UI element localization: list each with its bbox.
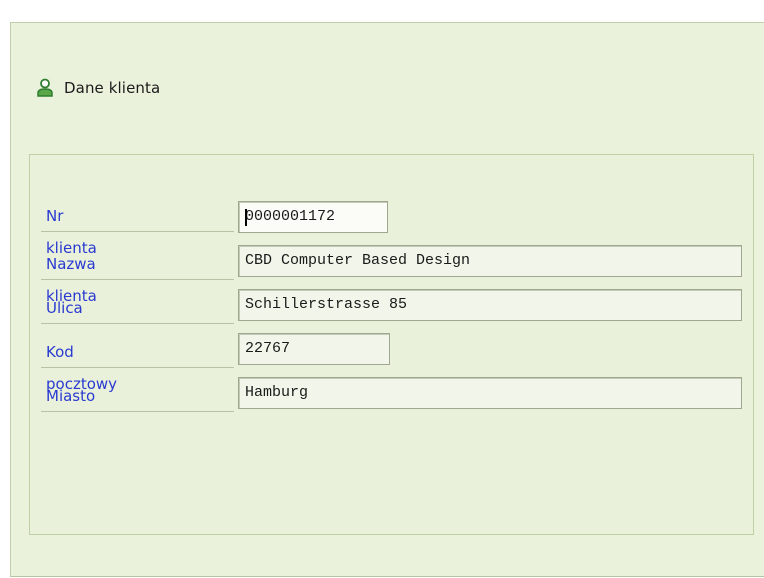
street-field[interactable]: Schillerstrasse 85: [238, 289, 742, 321]
row-divider: [41, 411, 234, 412]
customer-name-field[interactable]: CBD Computer Based Design: [238, 245, 742, 277]
focus-corner: [239, 202, 242, 205]
customer-name-label: Nazwa klienta: [46, 255, 97, 305]
city-field[interactable]: Hamburg: [238, 377, 742, 409]
text-cursor: [245, 209, 247, 226]
section-title: Dane klienta: [64, 79, 161, 97]
section-header: Dane klienta: [36, 76, 160, 100]
customer-number-label: Nr klienta: [46, 207, 97, 257]
row-divider: [41, 367, 234, 368]
row-divider: [41, 231, 234, 232]
street-value: Schillerstrasse 85: [245, 296, 408, 313]
row-divider: [41, 323, 234, 324]
focus-corner: [384, 202, 387, 205]
customer-data-group: [29, 154, 754, 535]
postal-code-label: Kod pocztowy: [46, 343, 118, 393]
focus-corner: [239, 229, 242, 232]
city-label: Miasto: [46, 387, 96, 405]
customer-name-value: CBD Computer Based Design: [245, 252, 471, 269]
postal-code-value: 22767: [245, 340, 291, 357]
focus-corner: [384, 229, 387, 232]
customer-number-field[interactable]: 0000001172: [238, 201, 388, 233]
customer-number-value: 0000001172: [245, 208, 336, 225]
row-divider: [41, 279, 234, 280]
user-icon: [36, 78, 54, 98]
street-label: Ulica: [46, 299, 83, 317]
city-value: Hamburg: [245, 384, 309, 401]
postal-code-field[interactable]: 22767: [238, 333, 390, 365]
